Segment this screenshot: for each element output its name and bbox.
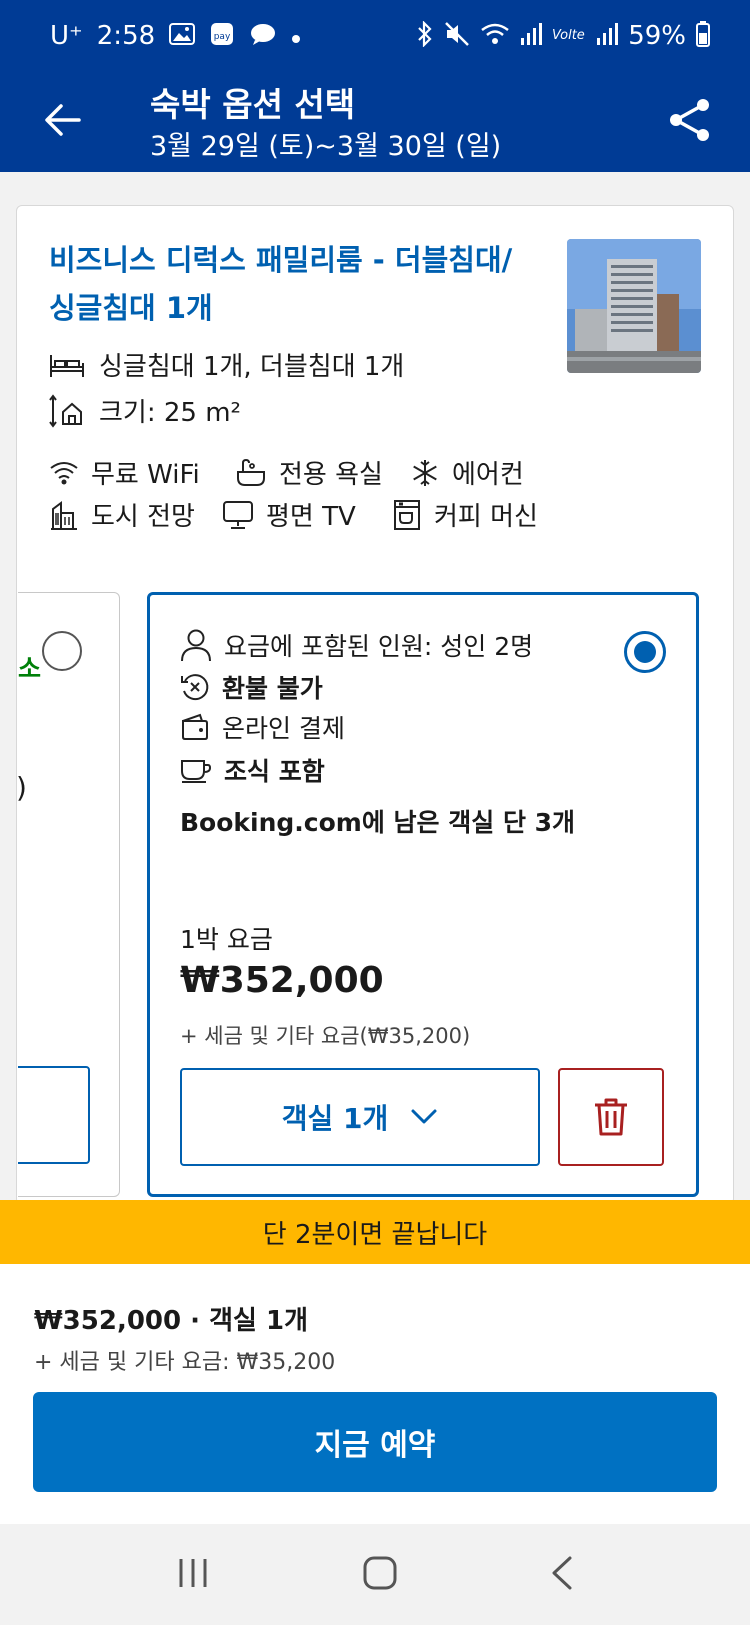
bathtub-icon — [237, 458, 265, 486]
facility-aircon: 에어컨 — [410, 454, 524, 491]
status-bar: U⁺ 2:58 pay Volte 59% — [0, 0, 750, 72]
svg-text:Volte: Volte — [552, 28, 585, 43]
facility-bath-label: 전용 욕실 — [279, 460, 383, 490]
tax-note: + 세금 및 기타 요금(₩35,200) — [180, 1024, 471, 1048]
volte-icon: Volte — [552, 24, 586, 48]
facility-coffee-label: 커피 머신 — [434, 502, 538, 532]
snowflake-icon — [413, 459, 437, 486]
option-card-selected[interactable]: 요금에 포함된 인원: 성인 2명 환불 불가 온라인 결제 조식 포함 Boo… — [147, 592, 699, 1197]
chevron-down-icon — [411, 1109, 437, 1124]
battery-percent: 59% — [628, 21, 686, 51]
trash-icon — [595, 1098, 627, 1136]
option-radio-selected[interactable] — [624, 631, 666, 673]
app-header: 숙박 옵션 선택 3월 29일 (토)~3월 30일 (일) — [0, 72, 750, 172]
price-value: ₩352,000 — [180, 960, 384, 1001]
recent-apps-button[interactable] — [176, 1556, 210, 1594]
share-icon — [670, 99, 709, 141]
home-icon — [363, 1556, 397, 1589]
pay-icon: pay — [209, 21, 235, 51]
option-card-previous[interactable]: 소 ) — [18, 592, 120, 1197]
back-button[interactable] — [34, 92, 90, 148]
guests-row: 요금에 포함된 인원: 성인 2명 — [180, 627, 533, 663]
facility-tv: 평면 TV — [222, 496, 356, 533]
gallery-icon — [169, 23, 196, 49]
partial-paren: ) — [18, 771, 27, 804]
refund-text: 환불 불가 — [222, 674, 323, 703]
price-label: 1박 요금 — [180, 925, 273, 954]
room-select-partial[interactable] — [18, 1066, 90, 1164]
city-view-icon — [51, 500, 77, 530]
wallet-icon — [182, 713, 208, 740]
room-count-select[interactable]: 객실 1개 — [180, 1068, 540, 1166]
room-count-label: 객실 1개 — [281, 1102, 389, 1135]
carrier-label: U⁺ — [50, 21, 83, 51]
breakfast-text: 조식 포함 — [224, 757, 325, 786]
clock: 2:58 — [96, 21, 156, 51]
availability-text: Booking.com에 남은 객실 단 3개 — [180, 808, 576, 837]
chat-bubble-icon — [249, 22, 277, 50]
recent-apps-icon — [179, 1558, 207, 1587]
tv-icon — [223, 500, 253, 529]
room-size-text: 크기: 25 m² — [99, 398, 241, 428]
system-back-button[interactable] — [550, 1555, 574, 1595]
facility-view-label: 도시 전망 — [91, 502, 195, 532]
mute-icon — [444, 21, 470, 51]
summary-price: ₩352,000 · 객실 1개 — [34, 1306, 308, 1336]
facility-view: 도시 전망 — [49, 496, 195, 533]
option-radio-unselected[interactable] — [42, 631, 82, 671]
size-info-row: 크기: 25 m² — [49, 392, 241, 429]
room-photo[interactable] — [567, 239, 701, 373]
free-cancel-partial: 소 — [18, 654, 42, 683]
more-dot-icon — [291, 24, 301, 48]
bed-info-text: 싱글침대 1개, 더블침대 1개 — [99, 352, 405, 382]
battery-icon — [696, 21, 710, 51]
facility-tv-label: 평면 TV — [266, 502, 356, 532]
share-button[interactable] — [660, 90, 720, 150]
coffee-cup-icon — [181, 760, 212, 783]
wifi-icon — [50, 461, 78, 484]
facility-wifi-label: 무료 WiFi — [91, 460, 200, 490]
coffee-machine-icon — [394, 499, 420, 530]
home-button[interactable] — [362, 1555, 398, 1595]
bed-info-row: 싱글침대 1개, 더블침대 1개 — [49, 346, 404, 383]
system-nav-bar — [0, 1524, 750, 1625]
svg-text:pay: pay — [214, 32, 231, 42]
person-icon — [181, 629, 211, 662]
wifi-status-icon — [480, 22, 510, 50]
payment-text: 온라인 결제 — [222, 714, 345, 743]
book-now-button[interactable]: 지금 예약 — [33, 1392, 717, 1492]
room-title[interactable]: 비즈니스 디럭스 패밀리룸 - 더블침대/싱글침대 1개 — [49, 236, 529, 332]
facility-aircon-label: 에어컨 — [452, 460, 524, 490]
page-title: 숙박 옵션 선택 — [150, 85, 356, 124]
facility-wifi: 무료 WiFi — [49, 454, 200, 491]
bluetooth-icon — [416, 20, 434, 51]
signal-icon — [520, 22, 543, 50]
non-refundable-icon — [181, 674, 209, 701]
payment-row: 온라인 결제 — [180, 709, 345, 745]
facility-coffee: 커피 머신 — [392, 496, 538, 533]
guests-text: 요금에 포함된 인원: 성인 2명 — [224, 632, 534, 661]
promo-banner: 단 2분이면 끝납니다 — [0, 1200, 750, 1264]
refund-row: 환불 불가 — [180, 669, 323, 705]
facility-bath: 전용 욕실 — [235, 454, 383, 491]
signal-icon-2 — [596, 22, 619, 50]
booking-summary: ₩352,000 · 객실 1개 + 세금 및 기타 요금: ₩35,200 지… — [0, 1264, 750, 1524]
breakfast-row: 조식 포함 — [180, 752, 325, 788]
arrow-left-icon — [45, 104, 81, 136]
bed-icon — [50, 354, 84, 377]
date-range: 3월 29일 (토)~3월 30일 (일) — [150, 131, 502, 162]
summary-tax: + 세금 및 기타 요금: ₩35,200 — [34, 1350, 336, 1375]
room-size-icon — [49, 393, 82, 428]
back-chevron-icon — [552, 1556, 572, 1589]
remove-room-button[interactable] — [558, 1068, 664, 1166]
